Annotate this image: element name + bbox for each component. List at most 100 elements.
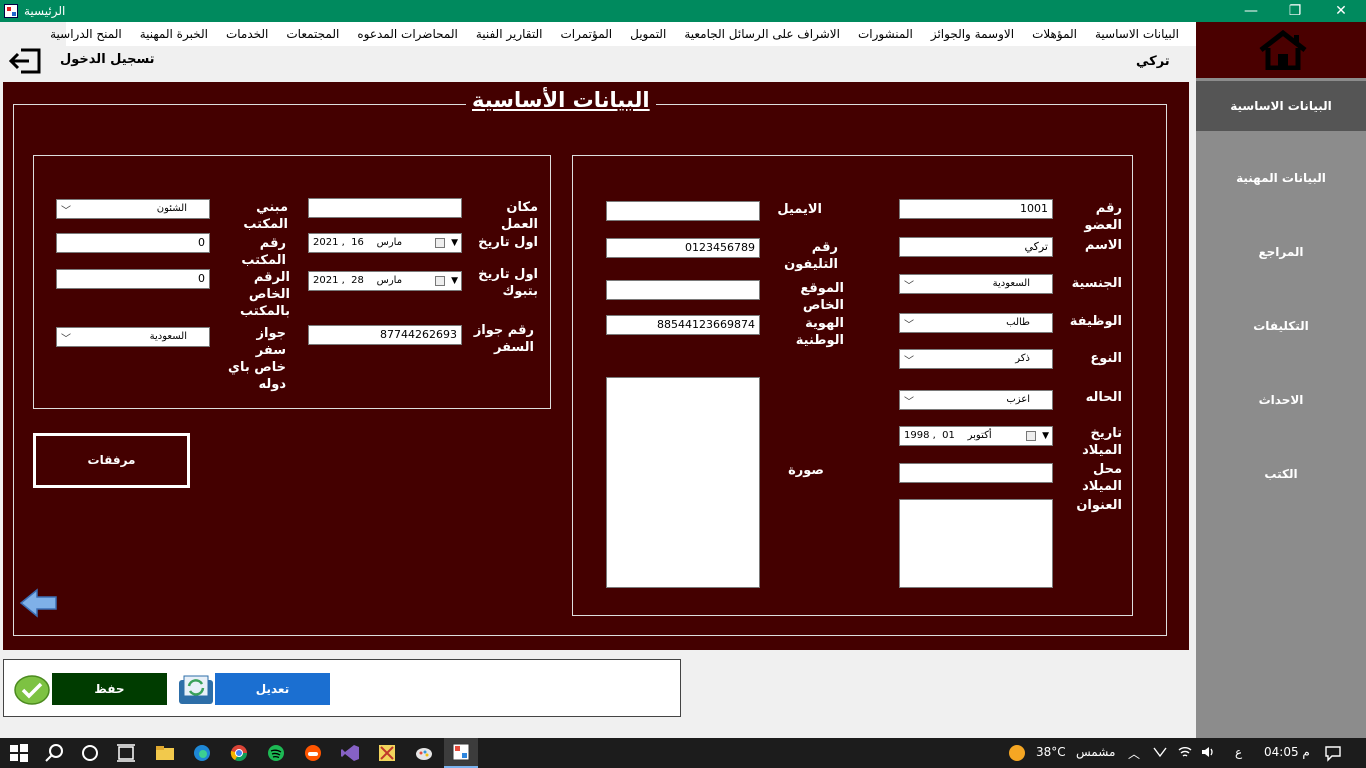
chevron-down-icon: ﹀ [904,397,914,408]
temperature[interactable]: 38°C [1036,745,1066,759]
windows-start-icon[interactable] [9,743,29,763]
menu-item-11[interactable]: الخبرة المهنية [131,22,217,46]
member-no-field[interactable]: 1001 [899,199,1053,219]
office-private-no-field[interactable]: 0 [56,269,210,289]
logout-icon[interactable] [9,48,41,74]
task-view-icon[interactable] [116,743,136,763]
chevron-down-icon: ﹀ [904,281,914,292]
chrome-icon[interactable] [229,743,249,763]
edit-button[interactable]: تعديل [215,673,330,705]
volume-icon[interactable] [1200,744,1216,760]
spotify-icon[interactable] [266,743,286,763]
member-no-label: رقم العضو [1084,201,1122,233]
soundcloud-icon[interactable] [303,743,323,763]
gender-label: النوع [1090,351,1122,366]
sidebar-item-professional-data[interactable]: البيانات المهنية [1196,155,1366,201]
national-id-field[interactable]: 88544123669874 [606,315,760,335]
minimize-button[interactable]: — [1228,0,1274,22]
photo-label: صورة [788,463,824,478]
menu-item-2[interactable]: الاوسمة والجوائز [922,22,1023,46]
cortana-icon[interactable] [80,743,100,763]
input-language[interactable]: ع [1235,745,1242,759]
network-status-icon[interactable] [1152,744,1168,760]
office-building-select[interactable]: ﹀ الشئون [56,199,210,219]
menu-item-12[interactable]: المنح الدراسية [41,22,131,46]
birth-place-field[interactable] [899,463,1053,483]
sidebar-item-basic-data[interactable]: البيانات الاساسية [1196,81,1366,131]
menu-item-10[interactable]: الخدمات [217,22,277,46]
visual-studio-icon[interactable] [340,743,360,763]
paint-icon[interactable] [414,743,434,763]
phone-field[interactable]: 0123456789 [606,238,760,258]
section-title: البيانات الأساسية [466,88,656,112]
calendar-icon [435,238,445,248]
menu-item-5[interactable]: التمويل [621,22,675,46]
status-label: الحاله [1085,390,1122,405]
attachments-button[interactable]: مرفقات [33,433,190,488]
wifi-icon[interactable] [1177,744,1193,760]
back-arrow-icon[interactable] [19,588,59,618]
menu-item-1[interactable]: المؤهلات [1023,22,1086,46]
office-building-label: مبني المكتب [243,200,288,232]
file-explorer-icon[interactable] [155,743,175,763]
sidebar-item-references[interactable]: المراجع [1196,229,1366,275]
email-label: الايميل [777,202,822,217]
passport-no-label: رقم جواز السفر [473,323,534,355]
restore-button[interactable]: ❐ [1272,0,1318,22]
menu-item-9[interactable]: المجتمعات [277,22,348,46]
menu-item-7[interactable]: التقارير الفنية [467,22,552,46]
sidebar-item-assignments[interactable]: التكليفات [1196,303,1366,349]
sun-weather-icon[interactable] [1007,743,1027,763]
active-app-tab[interactable] [444,738,478,768]
birth-date-label: تاريخ الميلاد [1082,426,1122,458]
office-no-label: رقم المكتب [241,236,286,268]
sidebar-item-books[interactable]: الكتب [1196,451,1366,497]
weather-text[interactable]: مشمس [1076,745,1115,759]
chevron-down-icon: ﹀ [61,334,71,345]
login-label[interactable]: تسجيل الدخول [60,52,155,67]
edge-icon[interactable] [192,743,212,763]
home-button[interactable] [1196,22,1366,78]
save-button[interactable]: حفظ [52,673,167,705]
title-bar: الرئيسية — ❐ ✕ [0,0,1366,22]
website-field[interactable] [606,280,760,300]
menu-item-4[interactable]: الاشراف على الرسائل الجامعية [675,22,849,46]
check-icon [14,675,50,705]
website-label: الموقع الخاص [800,281,844,313]
tools-app-icon[interactable] [377,743,397,763]
workplace-field[interactable] [308,198,462,218]
photo-box[interactable] [606,377,760,588]
passport-no-field[interactable]: 87744262693 [308,325,462,345]
close-button[interactable]: ✕ [1318,0,1364,22]
first-date-picker[interactable]: 2021 , مارس 16 ▼ [308,233,462,253]
sidebar-item-events[interactable]: الاحداث [1196,377,1366,423]
office-no-field[interactable]: 0 [56,233,210,253]
first-date-label: اول تاريخ [478,235,538,250]
chevron-up-icon[interactable]: ︿ [1128,745,1140,762]
address-field[interactable] [899,499,1053,588]
birth-date-picker[interactable]: 1998 , أكتوبر 01 ▼ [899,426,1053,446]
nationality-select[interactable]: ﹀ السعودية [899,274,1053,294]
first-date-tabuk-picker[interactable]: 2021 , مارس 28 ▼ [308,271,462,291]
sidebar: البيانات الاساسية البيانات المهنية المرا… [1196,22,1366,738]
app-window-icon [452,743,470,761]
passport-country-select[interactable]: ﹀ السعودية [56,327,210,347]
clock[interactable]: 04:05 م [1264,745,1310,759]
menu-item-6[interactable]: المؤتمرات [551,22,621,46]
notifications-icon[interactable] [1324,744,1342,762]
gender-select[interactable]: ﹀ ذكر [899,349,1053,369]
email-field[interactable] [606,201,760,221]
menu-item-0[interactable]: البيانات الاساسية [1086,22,1188,46]
status-select[interactable]: ﹀ اعزب [899,390,1053,410]
passport-country-label: جواز سفر خاص باي دوله [228,326,286,392]
menu-item-8[interactable]: المحاضرات المدعوه [348,22,466,46]
name-field[interactable]: تركي [899,237,1053,257]
search-icon[interactable] [45,743,65,763]
window-title: الرئيسية [24,4,66,18]
job-select[interactable]: ﹀ طالب [899,313,1053,333]
address-label: العنوان [1076,498,1122,513]
chevron-down-icon: ﹀ [904,356,914,367]
sub-header [0,46,1196,78]
taskbar: 38°C مشمس ︿ ع 04:05 م [0,738,1366,768]
menu-item-3[interactable]: المنشورات [849,22,922,46]
